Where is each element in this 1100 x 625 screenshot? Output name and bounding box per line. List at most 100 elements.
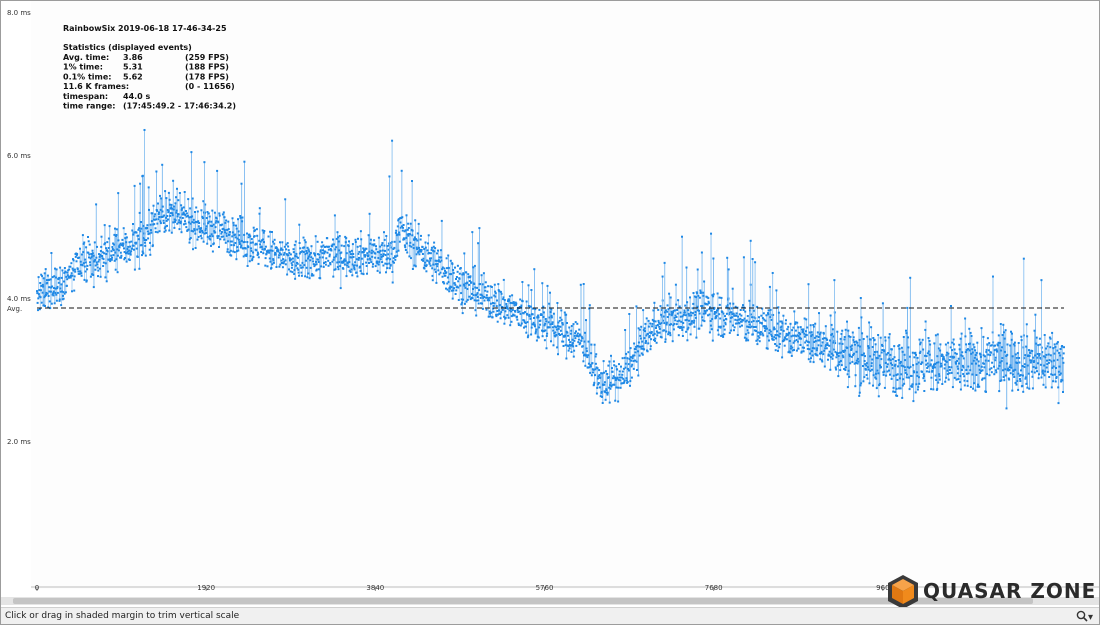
frame-point	[746, 315, 749, 317]
frame-point	[1037, 344, 1040, 347]
frame-point	[688, 319, 690, 322]
frame-point	[320, 265, 323, 268]
frame-point	[230, 240, 233, 243]
frame-point	[926, 352, 929, 355]
frame-point	[128, 259, 131, 261]
frame-point	[282, 253, 285, 256]
frame-point	[550, 316, 553, 319]
frame-point	[49, 290, 52, 293]
frame-point	[915, 353, 917, 356]
frame-point	[900, 346, 903, 349]
frame-point	[434, 271, 437, 273]
stat-extra: (188 FPS)	[185, 63, 229, 72]
frame-point	[651, 322, 654, 325]
frame-point	[354, 241, 357, 243]
frame-point	[437, 249, 439, 252]
frame-point	[828, 350, 831, 353]
frame-point	[829, 314, 832, 317]
frame-time-chart[interactable]: 8.0 ms6.0 ms4.0 ms2.0 ms 0 1920 3840 5760 76…	[1, 1, 1099, 597]
frame-point	[289, 270, 292, 273]
frame-point	[773, 328, 776, 331]
frame-point	[132, 223, 134, 225]
frame-point	[166, 224, 168, 227]
frame-point	[929, 363, 932, 366]
frame-point	[544, 318, 547, 320]
frame-point	[424, 246, 427, 249]
frame-point	[1013, 376, 1016, 378]
frame-point	[464, 286, 467, 289]
frame-point	[283, 245, 286, 248]
frame-point	[589, 371, 592, 374]
frame-point	[525, 331, 528, 334]
frame-point	[735, 312, 738, 315]
frame-point	[1040, 376, 1043, 379]
frame-point	[780, 325, 783, 328]
frame-point	[755, 330, 758, 332]
frame-point	[519, 312, 522, 315]
frame-point	[490, 311, 493, 314]
frame-point	[930, 388, 933, 391]
frame-point	[1017, 388, 1020, 391]
frame-point	[822, 353, 825, 356]
frame-point	[120, 254, 123, 257]
frame-point	[921, 361, 924, 364]
frame-point	[544, 322, 547, 325]
frame-point	[1033, 329, 1036, 332]
frame-point	[653, 301, 656, 304]
frame-point	[262, 252, 265, 255]
frame-point	[315, 268, 318, 271]
frame-point	[94, 264, 97, 267]
frame-point	[876, 350, 879, 353]
frame-point	[977, 360, 980, 363]
frame-point	[653, 332, 656, 335]
frame-point	[124, 257, 126, 259]
frame-point	[616, 368, 619, 371]
frame-point	[362, 273, 365, 276]
frame-point	[55, 293, 58, 296]
frame-point	[327, 264, 330, 267]
frame-point	[718, 313, 721, 316]
frame-point	[846, 346, 849, 349]
frame-point	[249, 235, 252, 238]
frame-point	[872, 374, 875, 377]
frame-point	[839, 360, 842, 362]
frame-point	[641, 345, 644, 348]
frame-point	[891, 363, 894, 366]
scrollbar-thumb[interactable]	[13, 598, 1033, 604]
frame-point	[193, 221, 195, 224]
frame-point	[902, 336, 905, 338]
frame-point	[431, 267, 434, 270]
frame-point	[334, 248, 337, 251]
frame-point	[1023, 363, 1026, 366]
frame-point	[692, 302, 695, 305]
frame-point	[119, 251, 122, 254]
frame-point	[537, 314, 540, 317]
frame-point	[1059, 372, 1062, 375]
magnifier-icon	[1076, 610, 1088, 622]
frame-point	[1026, 364, 1029, 367]
frame-point	[259, 243, 262, 246]
frame-point	[549, 311, 552, 313]
frame-point	[764, 319, 767, 322]
frame-point	[121, 238, 124, 241]
frame-point	[797, 326, 800, 329]
frame-point	[518, 310, 521, 313]
frame-point	[316, 240, 319, 243]
frame-point	[41, 275, 44, 278]
frame-point	[778, 343, 781, 346]
status-bar: Click or drag in shaded margin to trim v…	[1, 607, 1099, 624]
frame-point	[883, 386, 886, 389]
frame-point	[567, 349, 570, 352]
frame-point	[127, 252, 130, 255]
frame-point	[570, 329, 573, 332]
frame-point	[684, 314, 687, 317]
zoom-control[interactable]: ▾	[1076, 610, 1093, 623]
frame-point	[140, 227, 143, 230]
frame-point	[663, 311, 666, 314]
frame-point	[484, 286, 487, 289]
frame-point	[106, 270, 109, 273]
frame-point	[595, 353, 598, 356]
frame-point	[382, 253, 385, 256]
frame-point	[913, 371, 916, 374]
frame-point	[631, 363, 634, 366]
